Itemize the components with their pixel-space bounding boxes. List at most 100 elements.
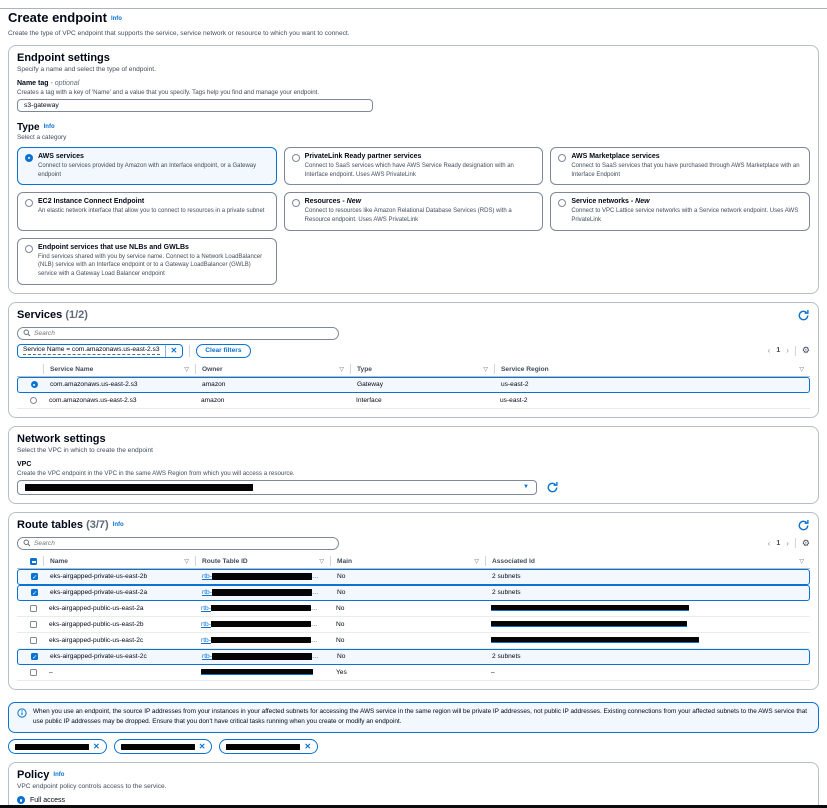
- endpoint-settings-subtitle: Specify a name and select the type of en…: [17, 66, 810, 73]
- radio-selected-icon[interactable]: [31, 381, 38, 388]
- associated-subnets-link[interactable]: 2 subnets: [492, 573, 521, 580]
- route-table-row[interactable]: eks-airgapped-private-us-east-2c rtb-… N…: [17, 649, 810, 665]
- route-table-id-link[interactable]: rtb-: [201, 637, 311, 644]
- policy-option-full-access[interactable]: Full access: [17, 796, 810, 804]
- service-row[interactable]: com.amazonaws.us-east-2.s3 amazon Interf…: [17, 393, 810, 409]
- type-option-ec2-instance-connect[interactable]: EC2 Instance Connect Endpoint An elastic…: [17, 192, 277, 230]
- services-search-input[interactable]: [34, 330, 333, 337]
- col-type[interactable]: Type▽: [350, 364, 494, 374]
- gear-icon[interactable]: ⚙: [802, 539, 810, 548]
- type-option-service-networks[interactable]: Service networks - New Connect to VPC La…: [550, 192, 810, 230]
- owner-cell: amazon: [196, 381, 351, 388]
- refresh-icon[interactable]: [545, 480, 559, 494]
- name-tag-input[interactable]: [17, 99, 373, 112]
- route-table-row[interactable]: eks-airgapped-private-us-east-2b rtb-… N…: [17, 569, 810, 585]
- remove-subnet-icon[interactable]: ✕: [199, 742, 206, 751]
- checkbox-checked-icon[interactable]: [31, 653, 38, 660]
- route-table-row[interactable]: eks-airgapped-public-us-east-2c rtb-… No: [17, 633, 810, 649]
- route-table-row[interactable]: eks-airgapped-public-us-east-2a rtb-… No: [17, 601, 810, 617]
- radio-icon[interactable]: [25, 199, 33, 207]
- region-cell: us-east-2: [494, 397, 810, 404]
- checkbox-icon[interactable]: [30, 621, 37, 628]
- checkbox-icon[interactable]: [30, 637, 37, 644]
- checkbox-checked-icon[interactable]: [31, 573, 38, 580]
- page-number[interactable]: 1: [776, 347, 780, 354]
- radio-icon[interactable]: [292, 199, 300, 207]
- radio-icon[interactable]: [558, 154, 566, 162]
- checkbox-icon[interactable]: [30, 669, 37, 676]
- type-option-marketplace[interactable]: AWS Marketplace services Connect to SaaS…: [550, 147, 810, 185]
- associated-subnets-link[interactable]: 2 subnets: [492, 653, 521, 660]
- route-table-row[interactable]: eks-airgapped-private-us-east-2a rtb-… N…: [17, 585, 810, 601]
- chevron-left-icon[interactable]: ‹: [768, 346, 771, 355]
- filter-caret-icon[interactable]: ▽: [483, 366, 488, 373]
- radio-icon[interactable]: [25, 245, 33, 253]
- page-number[interactable]: 1: [776, 540, 780, 547]
- vpc-label: VPC: [17, 461, 810, 468]
- type-option-aws-services[interactable]: AWS services Connect to services provide…: [17, 147, 277, 185]
- col-service-name[interactable]: Service Name▽: [43, 364, 195, 374]
- col-main[interactable]: Main▽: [330, 556, 485, 566]
- select-all-checkbox[interactable]: [30, 558, 37, 565]
- type-option-nlb-gwlb[interactable]: Endpoint services that use NLBs and GWLB…: [17, 238, 277, 285]
- filter-caret-icon[interactable]: ▽: [474, 558, 479, 565]
- service-name-cell: com.amazonaws.us-east-2.s3: [44, 381, 196, 388]
- filter-caret-icon[interactable]: ▽: [799, 366, 804, 373]
- policy-subtitle: VPC endpoint policy controls access to t…: [17, 783, 810, 790]
- service-row[interactable]: com.amazonaws.us-east-2.s3 amazon Gatewa…: [17, 377, 810, 393]
- route-table-id-link[interactable]: rtb-: [202, 653, 312, 660]
- associated-subnets-link[interactable]: 2 subnets: [492, 589, 521, 596]
- filter-caret-icon[interactable]: ▽: [184, 558, 189, 565]
- radio-icon[interactable]: [292, 154, 300, 162]
- vpc-select[interactable]: ▼: [17, 480, 537, 495]
- checkbox-checked-icon[interactable]: [31, 589, 38, 596]
- chevron-right-icon[interactable]: ›: [786, 346, 789, 355]
- col-route-table-id[interactable]: Route Table ID▽: [195, 556, 330, 566]
- route-tables-info-link[interactable]: Info: [113, 522, 124, 528]
- route-table-id-link[interactable]: rtb-: [201, 605, 311, 612]
- type-info-link[interactable]: Info: [44, 124, 55, 130]
- chevron-left-icon[interactable]: ‹: [768, 539, 771, 548]
- filter-caret-icon[interactable]: ▽: [339, 366, 344, 373]
- redacted-associated-id: [491, 621, 687, 628]
- clear-filters-button[interactable]: Clear filters: [196, 344, 250, 358]
- remove-subnet-icon[interactable]: ✕: [304, 742, 311, 751]
- refresh-icon[interactable]: [796, 309, 810, 323]
- chevron-right-icon[interactable]: ›: [786, 539, 789, 548]
- checkbox-icon[interactable]: [30, 605, 37, 612]
- remove-filter-icon[interactable]: ✕: [171, 346, 178, 355]
- radio-icon[interactable]: [558, 199, 566, 207]
- route-tables-search-input[interactable]: [34, 540, 333, 547]
- services-search[interactable]: [17, 327, 339, 340]
- radio-icon[interactable]: [30, 397, 37, 404]
- page-info-link[interactable]: Info: [111, 16, 122, 22]
- route-table-id-link[interactable]: rtb-: [202, 573, 312, 580]
- radio-selected-icon[interactable]: [25, 154, 33, 162]
- filter-caret-icon[interactable]: ▽: [799, 558, 804, 565]
- policy-info-link[interactable]: Info: [53, 772, 64, 778]
- route-table-id-link[interactable]: rtb-: [201, 621, 311, 628]
- col-associated-id[interactable]: Associated Id▽: [485, 556, 810, 566]
- route-table-id-link[interactable]: rtb-: [202, 589, 312, 596]
- filter-token-text[interactable]: Service Name = com.amazonaws.us-east-2.s…: [23, 346, 160, 355]
- selected-subnet-chips: ✕ ✕ ✕: [8, 739, 819, 754]
- rt-main-cell: No: [330, 605, 485, 612]
- col-service-region[interactable]: Service Region▽: [494, 364, 810, 374]
- col-owner[interactable]: Owner▽: [195, 364, 350, 374]
- col-name[interactable]: Name▽: [43, 556, 195, 566]
- route-table-row[interactable]: eks-airgapped-public-us-east-2b rtb-… No: [17, 617, 810, 633]
- endpoint-settings-card: Endpoint settings Specify a name and sel…: [8, 45, 819, 294]
- radio-selected-icon[interactable]: [17, 796, 25, 804]
- refresh-icon[interactable]: [796, 519, 810, 533]
- services-table: Service Name▽ Owner▽ Type▽ Service Regio…: [17, 363, 810, 409]
- rt-main-cell: No: [331, 653, 486, 660]
- route-table-row[interactable]: – Yes –: [17, 665, 810, 681]
- filter-caret-icon[interactable]: ▽: [319, 558, 324, 565]
- type-option-description: Connect to SaaS services that you have p…: [571, 162, 801, 179]
- remove-subnet-icon[interactable]: ✕: [93, 742, 100, 751]
- filter-caret-icon[interactable]: ▽: [184, 366, 189, 373]
- route-tables-search[interactable]: [17, 537, 339, 550]
- type-option-privatelink-partner[interactable]: PrivateLink Ready partner services Conne…: [284, 147, 544, 185]
- type-option-resources[interactable]: Resources - New Connect to resources lik…: [284, 192, 544, 230]
- gear-icon[interactable]: ⚙: [802, 346, 810, 355]
